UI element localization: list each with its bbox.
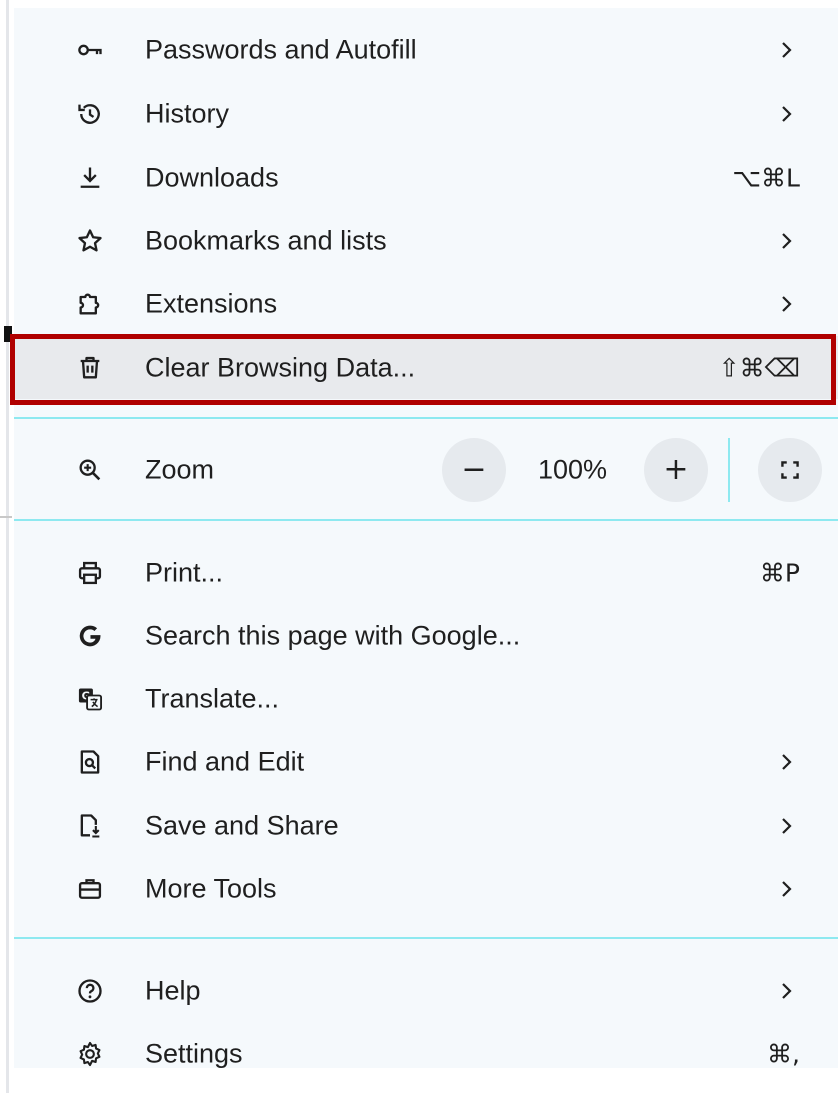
menu-item-label: Downloads (145, 162, 279, 192)
save-page-icon (74, 810, 106, 842)
chevron-right-icon (782, 41, 792, 58)
menu-item-label: Print... (145, 557, 224, 587)
download-icon (74, 162, 106, 194)
menu-item-label: Passwords and Autofill (145, 34, 417, 64)
menu-separator (14, 417, 838, 419)
menu-item-help[interactable]: Help (14, 959, 838, 1022)
find-in-page-icon (74, 746, 106, 778)
toolbox-icon (74, 873, 106, 905)
printer-icon (74, 557, 106, 589)
menu-item-label: Help (145, 975, 201, 1005)
zoom-level: 100% (538, 454, 608, 484)
menu-item-label: Translate... (145, 683, 280, 713)
zoom-icon (74, 454, 106, 486)
settings-icon (74, 1038, 106, 1070)
zoom-out-button[interactable]: − (442, 437, 506, 502)
chevron-right-icon (782, 105, 792, 122)
menu-item-zoom: Zoom − 100% + (14, 437, 838, 502)
menu-item-clear-browsing-data[interactable]: Clear Browsing Data... ⇧⌘⌫ (14, 336, 838, 399)
menu-item-label: Find and Edit (145, 746, 305, 776)
star-icon (74, 225, 106, 257)
menu-item-passwords-and-autofill[interactable]: Passwords and Autofill (14, 18, 838, 81)
menu-item-extensions[interactable]: Extensions (14, 272, 838, 335)
help-icon (74, 975, 106, 1007)
window-edge (0, 0, 14, 1093)
menu-item-label: Settings (145, 1038, 243, 1068)
menu-item-save-and-share[interactable]: Save and Share (14, 794, 838, 857)
chevron-right-icon (782, 817, 792, 834)
edge-marker (4, 326, 12, 342)
menu-item-bookmarks-and-lists[interactable]: Bookmarks and lists (14, 209, 838, 272)
menu-separator (14, 519, 838, 521)
zoom-in-button[interactable]: + (644, 437, 708, 502)
key-icon (74, 34, 106, 66)
chrome-main-menu: Passwords and Autofill History Downloads… (10, 8, 838, 1068)
fullscreen-button[interactable] (758, 437, 822, 502)
zoom-label: Zoom (145, 454, 215, 484)
menu-item-label: History (145, 98, 230, 128)
trash-icon (74, 352, 106, 384)
chevron-right-icon (782, 880, 792, 897)
edge-divider (0, 516, 12, 518)
shortcut-label: ⌘, (767, 1039, 800, 1068)
menu-item-search-with-google[interactable]: Search this page with Google... (14, 604, 838, 667)
chevron-right-icon (782, 982, 792, 999)
zoom-divider (728, 437, 730, 502)
window-border (6, 0, 9, 1093)
menu-item-label: Bookmarks and lists (145, 225, 387, 255)
history-icon (74, 98, 106, 130)
translate-icon: G (74, 683, 106, 715)
google-icon (74, 620, 106, 652)
shortcut-label: ⌘P (759, 558, 800, 587)
puzzle-icon (74, 288, 106, 320)
shortcut-label: ⇧⌘⌫ (718, 353, 800, 382)
menu-item-more-tools[interactable]: More Tools (14, 857, 838, 920)
menu-item-label: Save and Share (145, 810, 339, 840)
menu-item-label: Extensions (145, 288, 278, 318)
chevron-right-icon (782, 232, 792, 249)
menu-separator (14, 937, 838, 939)
menu-item-label: Search this page with Google... (145, 620, 521, 650)
chevron-right-icon (782, 753, 792, 770)
menu-item-label: Clear Browsing Data... (145, 352, 416, 382)
menu-item-translate[interactable]: G Translate... (14, 667, 838, 730)
menu-item-find-and-edit[interactable]: Find and Edit (14, 730, 838, 793)
menu-item-downloads[interactable]: Downloads ⌥⌘L (14, 146, 838, 209)
menu-item-history[interactable]: History (14, 82, 838, 145)
menu-item-label: More Tools (145, 873, 277, 903)
menu-item-print[interactable]: Print... ⌘P (14, 541, 838, 604)
fullscreen-icon (781, 460, 799, 479)
chevron-right-icon (782, 295, 792, 312)
shortcut-label: ⌥⌘L (732, 163, 800, 192)
menu-item-settings[interactable]: Settings ⌘, (14, 1022, 838, 1085)
